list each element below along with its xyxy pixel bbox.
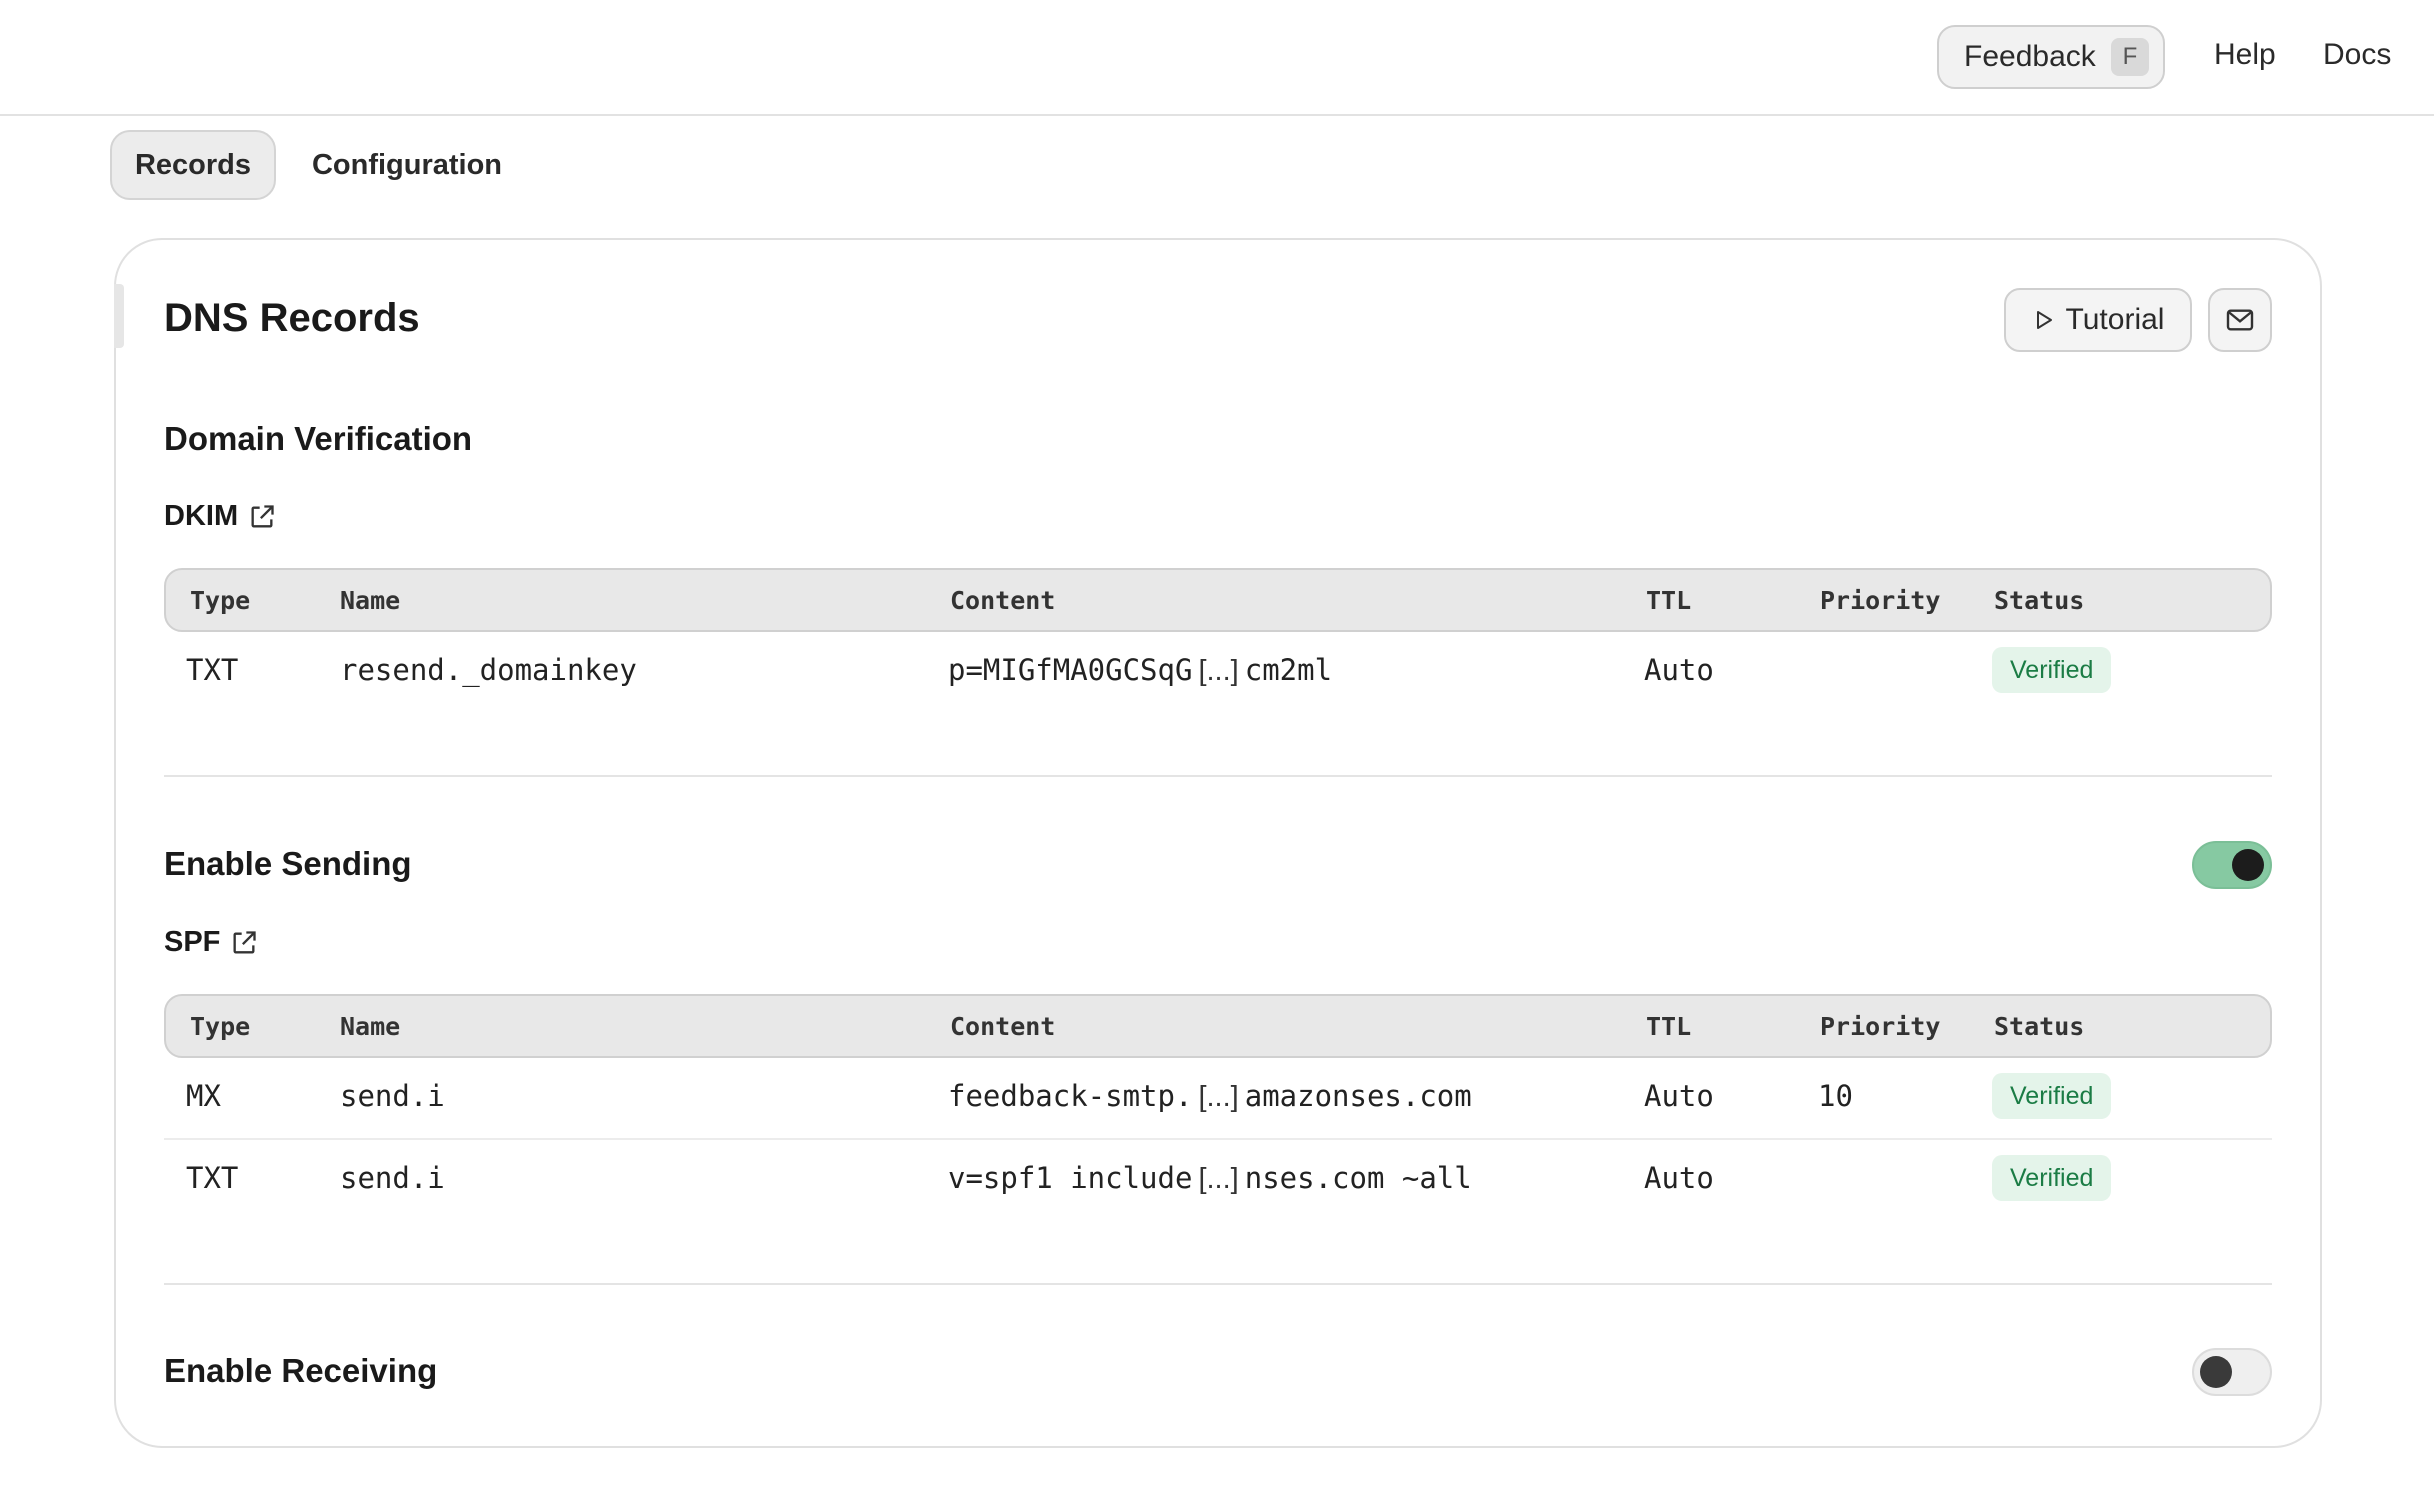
record-type: TXT [186,1161,239,1195]
toggle-knob [2200,1356,2232,1388]
record-ttl: Auto [1644,1079,1714,1113]
docs-link[interactable]: Docs [2323,38,2391,72]
record-content[interactable]: v=spf1 include [...] nses.com ~all [948,1161,1548,1196]
header-content: Content [950,1012,1056,1041]
section-title-domain-verification: Domain Verification [164,420,473,457]
spf-label: SPF [164,926,221,958]
external-link-icon [251,504,274,527]
header-status: Status [1994,586,2085,615]
toggle-knob [2232,849,2264,881]
record-content[interactable]: feedback-smtp. [...] amazonses.com [948,1079,1548,1114]
section-title-enable-sending: Enable Sending [164,845,412,882]
card-title: DNS Records [164,296,420,340]
header-ttl: TTL [1646,1012,1692,1041]
status-badge: Verified [1992,647,2112,693]
feedback-button[interactable]: Feedback F [1937,25,2165,89]
record-name[interactable]: resend._domainkey [340,653,637,687]
table-row: MX send.i feedback-smtp. [...] amazonses.c… [164,1056,2272,1140]
dkim-label: DKIM [164,500,239,532]
record-ttl: Auto [1644,1161,1714,1195]
header-status: Status [1994,1012,2085,1041]
table-row: TXT resend._domainkey p=MIGfMA0GCSqG [...… [164,630,2272,712]
spf-link[interactable]: SPF [164,926,258,959]
email-button[interactable] [2208,288,2272,352]
help-link[interactable]: Help [2214,38,2276,72]
tab-records[interactable]: Records [110,130,276,200]
mail-icon [2226,309,2254,331]
section-divider [164,775,2272,777]
status-badge: Verified [1992,1155,2112,1201]
header-priority: Priority [1820,586,1941,615]
feedback-label: Feedback [1964,40,2096,73]
section-divider [164,1283,2272,1285]
tab-configuration[interactable]: Configuration [300,130,514,200]
external-link-icon [233,930,257,953]
table-row: TXT send.i v=spf1 include [...] nses.com ~… [164,1138,2272,1220]
record-priority: 10 [1818,1079,1853,1113]
spf-table-header: Type Name Content TTL Priority Status [164,994,2272,1058]
header-content: Content [950,586,1056,615]
header-priority: Priority [1820,1012,1941,1041]
status-badge: Verified [1992,1073,2112,1119]
record-type: TXT [186,653,239,687]
enable-receiving-toggle[interactable] [2192,1348,2272,1396]
record-ttl: Auto [1644,653,1714,687]
feedback-shortcut-key: F [2111,38,2149,76]
header-type: Type [190,586,251,615]
header-ttl: TTL [1646,586,1692,615]
section-title-enable-receiving: Enable Receiving [164,1352,438,1389]
tutorial-label: Tutorial [2065,303,2165,336]
header-name: Name [340,586,401,615]
record-name[interactable]: send.i [340,1161,446,1195]
record-type: MX [186,1079,221,1113]
dkim-link[interactable]: DKIM [164,500,276,533]
record-content[interactable]: p=MIGfMA0GCSqG [...] cm2ml [948,653,1482,688]
tutorial-button[interactable]: Tutorial [2004,288,2192,352]
card-edge-marker [114,284,124,348]
dkim-table-header: Type Name Content TTL Priority Status [164,568,2272,632]
header-type: Type [190,1012,251,1041]
record-name[interactable]: send.i [340,1079,450,1113]
enable-sending-toggle[interactable] [2192,841,2272,889]
header-name: Name [340,1012,401,1041]
play-icon [2036,311,2052,329]
top-bar: Feedback F Help Docs [0,0,2434,116]
